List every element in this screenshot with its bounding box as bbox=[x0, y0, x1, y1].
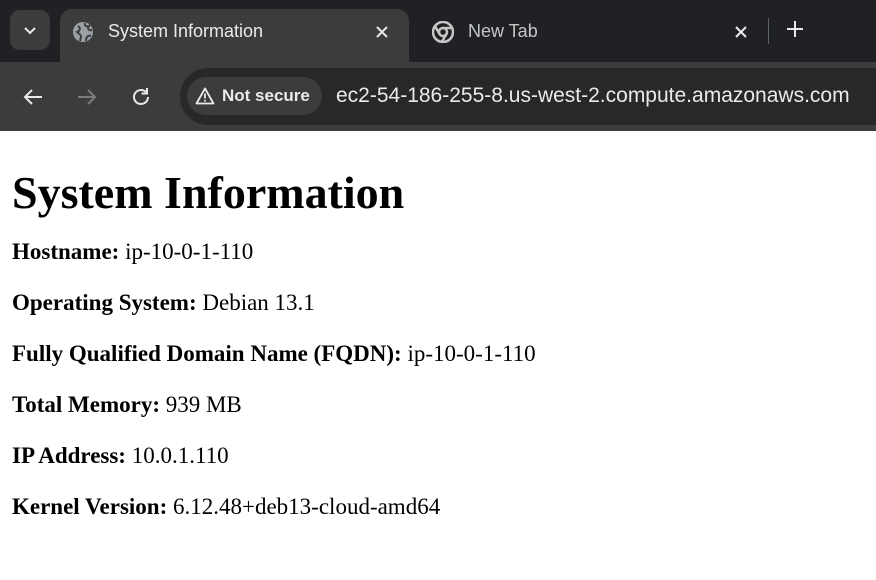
chevron-down-icon bbox=[22, 22, 38, 38]
field-value: 6.12.48+deb13-cloud-amd64 bbox=[173, 494, 441, 519]
field-label: Total Memory: bbox=[12, 392, 160, 417]
field-label: Kernel Version: bbox=[12, 494, 168, 519]
info-kernel-version: Kernel Version: 6.12.48+deb13-cloud-amd6… bbox=[12, 493, 864, 521]
field-label: IP Address: bbox=[12, 443, 126, 468]
warning-icon bbox=[195, 87, 215, 105]
close-tab-icon[interactable] bbox=[371, 21, 393, 43]
field-value: ip-10-0-1-110 bbox=[125, 239, 254, 264]
browser-toolbar: Not secure ec2-54-186-255-8.us-west-2.co… bbox=[0, 62, 876, 131]
address-bar[interactable]: Not secure ec2-54-186-255-8.us-west-2.co… bbox=[180, 68, 876, 125]
back-button[interactable] bbox=[18, 82, 48, 112]
tab-system-information[interactable]: System Information bbox=[60, 9, 409, 62]
reload-icon bbox=[130, 86, 152, 108]
tab-title: New Tab bbox=[468, 21, 538, 41]
url-text[interactable]: ec2-54-186-255-8.us-west-2.compute.amazo… bbox=[336, 84, 850, 108]
plus-icon bbox=[786, 20, 804, 38]
field-label: Hostname: bbox=[12, 239, 120, 264]
close-tab-icon[interactable] bbox=[730, 21, 752, 43]
forward-button[interactable] bbox=[72, 82, 102, 112]
arrow-right-icon bbox=[76, 86, 98, 108]
tab-strip: System Information New Tab bbox=[0, 0, 876, 62]
tab-title: System Information bbox=[108, 21, 264, 41]
info-hostname: Hostname: ip-10-0-1-110 bbox=[12, 238, 864, 266]
field-value: 939 MB bbox=[165, 392, 242, 417]
field-value: 10.0.1.110 bbox=[131, 443, 229, 468]
field-value: ip-10-0-1-110 bbox=[407, 341, 536, 366]
tab-search-button[interactable] bbox=[10, 10, 50, 50]
tab-separator bbox=[768, 18, 769, 44]
globe-icon bbox=[72, 21, 94, 43]
arrow-left-icon bbox=[22, 86, 44, 108]
security-label: Not secure bbox=[222, 86, 310, 105]
new-tab-button[interactable] bbox=[780, 14, 810, 44]
security-indicator[interactable]: Not secure bbox=[187, 77, 322, 115]
field-label: Fully Qualified Domain Name (FQDN): bbox=[12, 341, 402, 366]
page-title: System Information bbox=[12, 167, 405, 218]
tab-new-tab[interactable]: New Tab bbox=[420, 9, 768, 62]
info-ip-address: IP Address: 10.0.1.110 bbox=[12, 442, 864, 470]
info-total-memory: Total Memory: 939 MB bbox=[12, 391, 864, 419]
chrome-icon bbox=[432, 21, 454, 43]
field-label: Operating System: bbox=[12, 290, 197, 315]
page-content: System Information Hostname: ip-10-0-1-1… bbox=[0, 168, 876, 521]
reload-button[interactable] bbox=[126, 82, 156, 112]
info-operating-system: Operating System: Debian 13.1 bbox=[12, 289, 864, 317]
field-value: Debian 13.1 bbox=[202, 290, 315, 315]
info-fqdn: Fully Qualified Domain Name (FQDN): ip-1… bbox=[12, 340, 864, 368]
